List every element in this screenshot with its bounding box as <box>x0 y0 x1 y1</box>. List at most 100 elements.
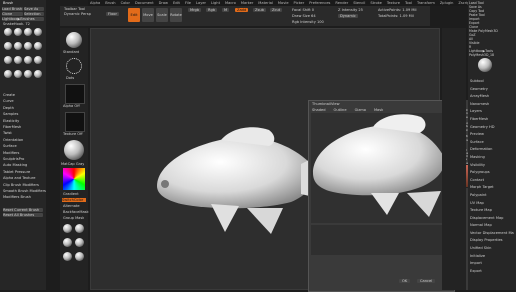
switch-color-button[interactable]: SwitchColor <box>62 198 86 203</box>
zcut-button[interactable]: Zcut <box>270 8 283 13</box>
menu-light[interactable]: Light <box>211 1 220 5</box>
ok-button[interactable]: OK <box>399 279 411 284</box>
subpalette-item-2[interactable]: ArrayMesh <box>470 93 514 101</box>
focal-shift-slider[interactable]: Focal Shift 0 <box>292 8 314 12</box>
subpalette-item-16[interactable]: UV Map <box>470 200 514 208</box>
dynamic-button[interactable]: Dynamic <box>338 14 358 19</box>
brush-section-12[interactable]: Tablet Pressure <box>3 170 30 174</box>
brush-inflate-icon[interactable] <box>4 42 12 50</box>
brush-section-16[interactable]: Modifiers Brush <box>3 195 31 199</box>
save-as-button[interactable]: Save As <box>24 7 44 11</box>
menu-file[interactable]: File <box>185 1 191 5</box>
move-button[interactable]: Move <box>142 8 154 22</box>
brush-section-9[interactable]: Modifiers <box>3 151 19 155</box>
menu-transform[interactable]: Transform <box>417 1 435 5</box>
menu-tool[interactable]: Tool <box>405 1 412 5</box>
brush-section-2[interactable]: Depth <box>3 106 14 110</box>
rotate-button[interactable]: Rotate <box>170 8 182 22</box>
thumbnail-tab-shaded[interactable]: Shaded <box>312 108 326 112</box>
brush-section-13[interactable]: Alpha and Texture <box>3 176 35 180</box>
brush-trim-icon[interactable] <box>4 70 12 78</box>
matcap-material-icon[interactable] <box>64 140 84 160</box>
menu-draw[interactable]: Draw <box>159 1 168 5</box>
subpalette-item-7[interactable]: Preview <box>470 131 514 139</box>
menu-marker[interactable]: Marker <box>241 1 253 5</box>
gradient-label[interactable]: Gradient <box>63 192 79 196</box>
subpalette-item-9[interactable]: Deformation <box>470 146 514 154</box>
subpalette-item-17[interactable]: Texture Map <box>470 207 514 215</box>
subpalette-item-25[interactable]: Export <box>470 268 514 276</box>
brush-section-1[interactable]: Curve <box>3 99 14 103</box>
selection-button[interactable]: Selection <box>24 12 44 16</box>
menu-zplugin[interactable]: Zplugin <box>440 1 454 5</box>
thumbnail-tab-outline[interactable]: Outline <box>334 108 347 112</box>
alternate-label[interactable]: Alternate <box>63 204 80 208</box>
subpalette-item-6[interactable]: Geometry HD <box>470 124 514 132</box>
menu-picker[interactable]: Picker <box>294 1 305 5</box>
menu-color[interactable]: Color <box>121 1 130 5</box>
brush-damstd-icon[interactable] <box>34 28 42 36</box>
alpha-off-icon[interactable] <box>65 84 85 104</box>
m-button[interactable]: M <box>222 8 230 13</box>
subpalette-item-21[interactable]: Display Properties <box>470 237 514 245</box>
subpalette-item-5[interactable]: FiberMesh <box>470 116 514 124</box>
dots-stroke-icon[interactable] <box>66 58 82 74</box>
menu-texture[interactable]: Texture <box>387 1 400 5</box>
subpalette-item-8[interactable]: Surface <box>470 139 514 147</box>
subpalette-item-0[interactable]: Subtool <box>470 78 514 86</box>
menu-stroke[interactable]: Stroke <box>370 1 381 5</box>
reset-all-brushes-button[interactable]: Reset All Brushes <box>3 213 43 217</box>
menu-layer[interactable]: Layer <box>196 1 206 5</box>
brush-dam-icon[interactable] <box>34 70 42 78</box>
brush-move-icon[interactable] <box>4 28 12 36</box>
thumbnail-tab-mask[interactable]: Mask <box>374 108 383 112</box>
brush-section-0[interactable]: Create <box>3 93 15 97</box>
brush-section-5[interactable]: FiberMesh <box>3 125 21 129</box>
brush-smooth-icon[interactable] <box>24 42 32 50</box>
rgb-button[interactable]: Rgb <box>206 8 218 13</box>
group-mask-label[interactable]: Group Mask <box>63 216 84 220</box>
zsub-button[interactable]: Zsub <box>253 8 266 13</box>
material-swatch-icon[interactable] <box>63 238 72 247</box>
tool-thumbnail-icon[interactable] <box>478 58 492 72</box>
standard-brush-icon[interactable] <box>66 32 82 48</box>
subpalette-item-24[interactable]: Import <box>470 260 514 268</box>
dynamic-persp-button[interactable]: Dynamic Persp <box>64 12 91 16</box>
rgb-intensity-slider[interactable]: Rgb Intensity 100 <box>292 20 324 24</box>
draw-size-slider[interactable]: Draw Size 64 <box>292 14 316 18</box>
brush-section-14[interactable]: Clip Brush Modifiers <box>3 183 39 187</box>
material-swatch-icon[interactable] <box>75 252 84 261</box>
brush-section-6[interactable]: Twist <box>3 131 12 135</box>
subpalette-item-11[interactable]: Visibility <box>470 162 514 170</box>
brush-section-11[interactable]: Auto Masking <box>3 163 27 167</box>
menu-stencil[interactable]: Stencil <box>353 1 365 5</box>
brush-snake-icon[interactable] <box>34 56 42 64</box>
brush-section-8[interactable]: Surface <box>3 144 17 148</box>
menu-render[interactable]: Render <box>335 1 348 5</box>
subpalette-item-14[interactable]: Morph Target <box>470 184 514 192</box>
material-swatch-icon[interactable] <box>75 238 84 247</box>
scale-button[interactable]: Scale <box>156 8 168 22</box>
clone-button[interactable]: Clone <box>2 12 23 16</box>
brush-standard-icon[interactable] <box>14 28 22 36</box>
brush-clay-icon[interactable] <box>24 28 32 36</box>
subpalette-item-23[interactable]: Initialize <box>470 253 514 261</box>
subpalette-item-12[interactable]: Polygroups <box>470 169 514 177</box>
brush-pinch-icon[interactable] <box>14 42 22 50</box>
material-swatch-icon[interactable] <box>63 224 72 233</box>
lightbox-brushes-button[interactable]: Lightbox▶Brushes <box>2 17 44 21</box>
subpalette-item-10[interactable]: Masking <box>470 154 514 162</box>
brush-section-4[interactable]: Elasticity <box>3 119 19 123</box>
brush-flatten-icon[interactable] <box>4 56 12 64</box>
brush-nudge-icon[interactable] <box>14 56 22 64</box>
subpalette-item-19[interactable]: Normal Map <box>470 222 514 230</box>
subpalette-item-4[interactable]: Layers <box>470 108 514 116</box>
subpalette-item-3[interactable]: Nanomesh <box>470 101 514 109</box>
brush-section-7[interactable]: Orientation <box>3 138 23 142</box>
brush-orb-icon[interactable] <box>14 70 22 78</box>
thumbnail-tab-gizmo[interactable]: Gizmo <box>355 108 366 112</box>
cancel-button[interactable]: Cancel <box>417 279 436 284</box>
backface-mask-label[interactable]: BackfaceMask <box>63 210 89 214</box>
tool-item-13[interactable]: PolyMesh3D_18 <box>469 53 515 57</box>
menu-alpha[interactable]: Alpha <box>90 1 100 5</box>
